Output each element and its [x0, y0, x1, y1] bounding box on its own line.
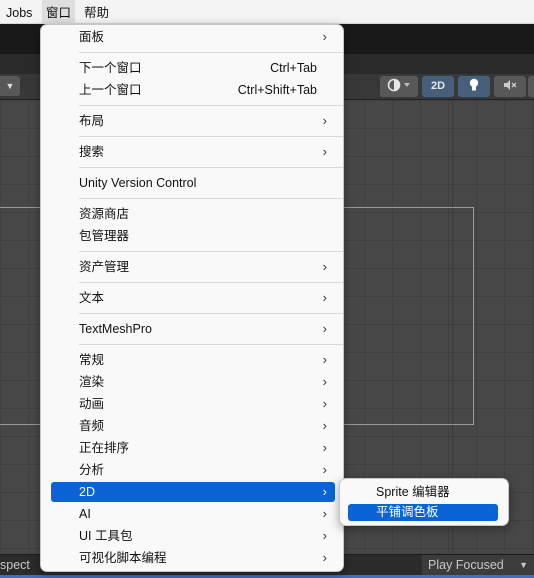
chevron-right-icon: ›: [322, 418, 327, 433]
window-menu: 面板 › 下一个窗口 Ctrl+Tab 上一个窗口 Ctrl+Shift+Tab…: [40, 24, 344, 572]
menu-item-label: 正在排序: [79, 441, 130, 455]
menu-item-visual-scripting[interactable]: 可视化脚本编程 ›: [51, 548, 335, 568]
menu-item-label: 平铺调色板: [376, 505, 439, 519]
lighting-toggle-button[interactable]: [458, 76, 490, 97]
chevron-right-icon: ›: [322, 290, 327, 305]
menu-separator: [79, 167, 343, 168]
menu-separator: [79, 52, 343, 53]
chevron-right-icon: ›: [322, 462, 327, 477]
lightbulb-icon: [469, 78, 479, 91]
menu-item-2d[interactable]: 2D ›: [51, 482, 335, 502]
menu-item-label: 布局: [79, 114, 105, 128]
chevron-right-icon: ›: [322, 29, 327, 44]
menu-separator: [79, 282, 343, 283]
menu-item-sequencing[interactable]: 正在排序 ›: [51, 438, 335, 458]
menu-item-label: 上一个窗口: [79, 83, 142, 97]
menu-item-rendering[interactable]: 渲染 ›: [51, 372, 335, 392]
menu-item-sprite-editor[interactable]: Sprite 编辑器: [348, 482, 498, 502]
menu-item-layouts[interactable]: 布局 ›: [51, 111, 335, 131]
menu-help[interactable]: 帮助: [80, 0, 113, 24]
menu-item-label: 渲染: [79, 375, 105, 389]
menu-item-animation[interactable]: 动画 ›: [51, 394, 335, 414]
menu-item-label: 音频: [79, 419, 105, 433]
menu-item-analysis[interactable]: 分析 ›: [51, 460, 335, 480]
menu-item-label: 动画: [79, 397, 105, 411]
menu-item-label: Sprite 编辑器: [376, 485, 450, 499]
menu-separator: [79, 198, 343, 199]
menu-item-label: 常规: [79, 353, 105, 367]
chevron-right-icon: ›: [322, 352, 327, 367]
menu-item-label: 可视化脚本编程: [79, 551, 167, 565]
effects-toggle-button[interactable]: [528, 76, 534, 97]
chevron-right-icon: ›: [322, 144, 327, 159]
chevron-right-icon: ›: [322, 321, 327, 336]
menu-item-tile-palette[interactable]: 平铺调色板: [348, 504, 498, 521]
menu-item-label: 下一个窗口: [79, 61, 142, 75]
menu-item-label: 2D: [79, 485, 95, 499]
menu-item-label: 分析: [79, 463, 105, 477]
menu-item-label: 资源商店: [79, 207, 130, 221]
menu-jobs[interactable]: Jobs: [2, 0, 36, 24]
play-mode-label: Play Focused: [428, 558, 504, 572]
chevron-down-icon: ▼: [519, 560, 528, 570]
chevron-right-icon: ›: [322, 396, 327, 411]
menu-separator: [79, 313, 343, 314]
menu-item-textmeshpro[interactable]: TextMeshPro ›: [51, 319, 335, 339]
menu-item-label: UI 工具包: [79, 529, 133, 543]
menu-item-ui-toolkit[interactable]: UI 工具包 ›: [51, 526, 335, 546]
menu-window[interactable]: 窗口: [42, 0, 76, 24]
chevron-right-icon: ›: [322, 440, 327, 455]
tool-dropdown[interactable]: ▼: [0, 76, 20, 96]
menu-item-label: 文本: [79, 291, 105, 305]
menu-item-panels[interactable]: 面板 ›: [51, 27, 335, 47]
chevron-right-icon: ›: [322, 113, 327, 128]
menu-item-label: AI: [79, 507, 91, 521]
menu-item-asset-management[interactable]: 资产管理 ›: [51, 257, 335, 277]
menu-item-next-window[interactable]: 下一个窗口 Ctrl+Tab: [51, 58, 335, 78]
menu-item-package-manager[interactable]: 包管理器: [51, 226, 335, 246]
menu-item-audio[interactable]: 音频 ›: [51, 416, 335, 436]
chevron-right-icon: ›: [322, 528, 327, 543]
menu-item-label: 搜索: [79, 145, 105, 159]
menu-item-ai[interactable]: AI ›: [51, 504, 335, 524]
menu-item-asset-store[interactable]: 资源商店: [51, 204, 335, 224]
menu-separator: [79, 344, 343, 345]
audio-toggle-button[interactable]: [494, 76, 526, 97]
submenu-2d: Sprite 编辑器 平铺调色板: [339, 478, 509, 526]
chevron-right-icon: ›: [322, 484, 327, 499]
chevron-right-icon: ›: [322, 374, 327, 389]
menu-item-search[interactable]: 搜索 ›: [51, 142, 335, 162]
menu-separator: [79, 105, 343, 106]
menu-item-general[interactable]: 常规 ›: [51, 350, 335, 370]
menu-item-version-control[interactable]: Unity Version Control: [51, 173, 335, 193]
menu-item-previous-window[interactable]: 上一个窗口 Ctrl+Shift+Tab: [51, 80, 335, 100]
menu-item-shortcut: Ctrl+Tab: [270, 61, 317, 75]
menu-item-label: Unity Version Control: [79, 176, 197, 190]
menu-item-label: 包管理器: [79, 229, 130, 243]
menu-item-label: TextMeshPro: [79, 322, 152, 336]
chevron-right-icon: ›: [322, 259, 327, 274]
menu-item-label: 资产管理: [79, 260, 130, 274]
menu-item-label: 面板: [79, 30, 105, 44]
menu-item-shortcut: Ctrl+Shift+Tab: [237, 83, 317, 97]
aspect-dropdown[interactable]: spect: [0, 555, 40, 575]
play-mode-dropdown[interactable]: Play Focused ▼: [422, 555, 534, 575]
toggle-2d-button[interactable]: 2D: [422, 76, 454, 97]
menu-bar: Jobs 窗口 帮助: [0, 0, 534, 24]
menu-separator: [79, 251, 343, 252]
chevron-right-icon: ›: [322, 550, 327, 565]
render-mode-icon: [387, 78, 410, 92]
menu-item-text[interactable]: 文本 ›: [51, 288, 335, 308]
menu-separator: [79, 136, 343, 137]
render-mode-button[interactable]: [380, 76, 418, 97]
chevron-right-icon: ›: [322, 506, 327, 521]
speaker-muted-icon: [504, 80, 517, 91]
